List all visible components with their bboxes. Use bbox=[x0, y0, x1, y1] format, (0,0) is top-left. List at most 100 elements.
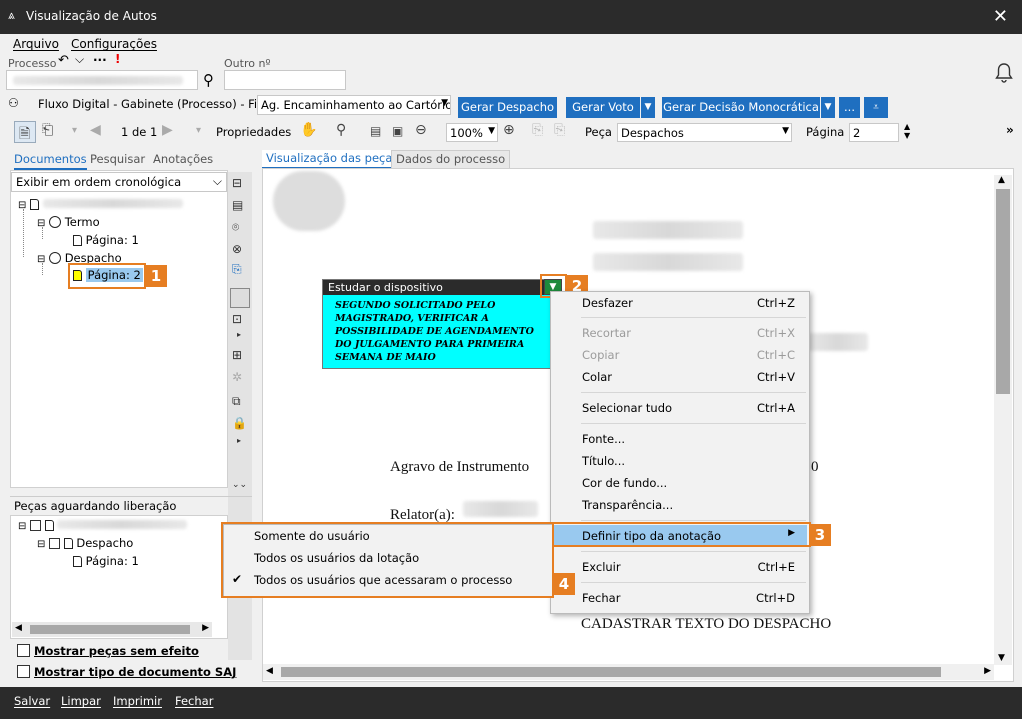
checkbox[interactable] bbox=[17, 644, 30, 657]
zoom-select[interactable]: 100% ▼ bbox=[446, 123, 498, 142]
menu-copiar[interactable]: Copiar bbox=[582, 348, 619, 362]
gerar-voto-button[interactable]: Gerar Voto bbox=[566, 97, 640, 118]
gerar-voto-dropdown[interactable]: ▼ bbox=[641, 97, 655, 118]
fechar-button[interactable]: Fechar bbox=[175, 694, 213, 708]
termo-page-label: Página: 1 bbox=[85, 233, 139, 247]
lock-icon[interactable]: 🔒 bbox=[232, 416, 247, 430]
expand-toolbar-button[interactable]: ⩡ bbox=[864, 97, 888, 118]
tool-collapse-icon[interactable]: ⌄⌄ bbox=[232, 480, 247, 490]
annotation-note[interactable]: Estudar o dispositivo SEGUNDO SOLICITADO… bbox=[322, 279, 552, 369]
tool-list-icon[interactable]: ⊟ bbox=[232, 176, 242, 190]
note-text[interactable]: SEGUNDO SOLICITADO PELO MAGISTRADO, VERI… bbox=[335, 299, 549, 364]
menu-selecionar-tudo[interactable]: Selecionar tudo bbox=[582, 401, 672, 415]
first-page-icon[interactable]: ▾ bbox=[72, 125, 77, 136]
menu-fechar[interactable]: Fechar bbox=[582, 591, 620, 605]
scroll-up-icon[interactable]: ▲ bbox=[998, 175, 1005, 185]
outro-numero-input[interactable] bbox=[224, 70, 346, 90]
gerar-decisao-dropdown[interactable]: ▼ bbox=[821, 97, 835, 118]
more-actions-button[interactable]: ... bbox=[839, 97, 860, 118]
fit-page-icon[interactable]: ▣ bbox=[392, 124, 403, 138]
pagina-input[interactable]: 2 bbox=[849, 123, 899, 142]
tool-add-note-icon[interactable]: ⊞ bbox=[232, 348, 242, 362]
checkbox[interactable] bbox=[17, 665, 30, 678]
bell-icon[interactable] bbox=[994, 62, 1014, 84]
menu-desfazer[interactable]: Desfazer bbox=[582, 296, 633, 310]
zoom-search-icon[interactable]: ⚲ bbox=[336, 122, 346, 138]
tab-pesquisar[interactable]: Pesquisar bbox=[90, 152, 145, 166]
limpar-button[interactable]: Limpar bbox=[61, 694, 101, 708]
scroll-left-icon[interactable]: ◀ bbox=[266, 666, 273, 676]
pan-hand-icon[interactable]: ✋ bbox=[300, 122, 317, 138]
menu-recortar[interactable]: Recortar bbox=[582, 326, 631, 340]
processo-input[interactable] bbox=[6, 70, 198, 90]
scroll-down-icon[interactable]: ▼ bbox=[998, 653, 1005, 663]
menu-configuracoes[interactable]: Configurações bbox=[71, 37, 157, 51]
app-logo-icon: ⩓ bbox=[8, 8, 15, 22]
tipo-doc-label: Mostrar tipo de documento SAJ bbox=[34, 665, 237, 679]
menu-excluir[interactable]: Excluir bbox=[582, 560, 621, 574]
tool-note-list-icon[interactable]: ⊡ bbox=[232, 312, 242, 326]
tab-visualizacao[interactable]: Visualização das peças bbox=[262, 150, 403, 169]
gerar-despacho-button[interactable]: Gerar Despacho bbox=[458, 97, 557, 118]
viewer-vscroll[interactable]: ▲ ▼ bbox=[994, 175, 1012, 665]
imprimir-button[interactable]: Imprimir bbox=[113, 694, 162, 708]
close-icon[interactable]: ✕ bbox=[993, 6, 1008, 27]
window-title: Visualização de Autos bbox=[26, 9, 157, 23]
last-page-icon[interactable]: ▾ bbox=[196, 125, 201, 136]
tool-remove-seal-icon[interactable]: ⊗ bbox=[232, 242, 242, 256]
menu-fonte[interactable]: Fonte... bbox=[582, 432, 625, 446]
menu-transparencia[interactable]: Transparência... bbox=[582, 498, 673, 512]
tab-documentos[interactable]: Documentos bbox=[14, 152, 87, 170]
rotate-right-icon[interactable]: ⎘ bbox=[554, 122, 565, 138]
processo-label: Processo bbox=[8, 57, 57, 70]
tree-item-termo-page[interactable]: Página: 1 bbox=[73, 233, 139, 247]
tab-dados-processo[interactable]: Dados do processo bbox=[391, 150, 511, 169]
doc-number-tail: 0 bbox=[811, 459, 819, 475]
tool-expand-icon[interactable]: ▸ bbox=[237, 330, 241, 339]
fila-select[interactable]: Ag. Encaminhamento ao Cartório ▼ bbox=[257, 95, 451, 115]
tool-highlight-icon[interactable]: ⧉ bbox=[232, 394, 241, 409]
menu-colar[interactable]: Colar bbox=[582, 370, 612, 384]
tool-note-icon[interactable] bbox=[230, 288, 250, 308]
menu-cor-fundo[interactable]: Cor de fundo... bbox=[582, 476, 667, 490]
page-icon bbox=[73, 556, 82, 567]
tool-more-icon[interactable]: ▸ bbox=[237, 436, 241, 445]
overflow-icon[interactable]: » bbox=[1006, 123, 1014, 137]
menu-arquivo[interactable]: Arquivo bbox=[13, 37, 59, 51]
back-icon[interactable]: ↶ bbox=[58, 53, 69, 68]
mostrar-tipo-doc[interactable]: Mostrar tipo de documento SAJ bbox=[17, 665, 236, 679]
zoom-in-icon[interactable]: ⊕ bbox=[503, 122, 515, 138]
menu-titulo[interactable]: Título... bbox=[582, 454, 625, 468]
fit-width-icon[interactable]: ▤ bbox=[370, 124, 381, 138]
pending-item-page[interactable]: Página: 1 bbox=[73, 554, 139, 568]
prev-page-icon[interactable]: ◀ bbox=[90, 122, 101, 138]
next-page-icon[interactable]: ▶ bbox=[162, 122, 173, 138]
mostrar-sem-efeito[interactable]: Mostrar peças sem efeito bbox=[17, 644, 199, 658]
peca-select[interactable]: Despachos ▼ bbox=[617, 123, 792, 142]
salvar-button[interactable]: Salvar bbox=[14, 694, 50, 708]
checkbox[interactable] bbox=[49, 538, 61, 549]
scroll-right-icon[interactable]: ▶ bbox=[984, 666, 991, 676]
checkbox[interactable] bbox=[30, 520, 42, 531]
pending-root[interactable]: ⊟ bbox=[18, 518, 188, 532]
tree-item-termo[interactable]: ⊟ Termo bbox=[37, 215, 100, 229]
tool-seal-icon[interactable]: ⌾ bbox=[232, 220, 239, 235]
chevron-down-icon: ⌵ bbox=[212, 174, 222, 188]
propriedades-button[interactable]: Propriedades bbox=[216, 125, 291, 139]
gerar-decisao-button[interactable]: Gerar Decisão Monocrática bbox=[662, 97, 820, 118]
more-icon[interactable]: ··· bbox=[93, 53, 107, 67]
viewer-hscroll[interactable]: ◀ ▶ bbox=[263, 664, 994, 680]
pagina-spinner-icon[interactable]: ▲ ▼ bbox=[904, 122, 910, 140]
tool-stack-icon[interactable]: ▤ bbox=[232, 198, 243, 212]
pending-hscroll[interactable]: ◀ ▶ bbox=[12, 622, 212, 637]
rotate-left-icon[interactable]: ⎘ bbox=[532, 122, 543, 138]
tool-link-icon[interactable]: ⎘ bbox=[232, 262, 242, 277]
pending-item-despacho[interactable]: ⊟ Despacho bbox=[37, 536, 133, 550]
order-select[interactable]: Exibir em ordem cronológica ⌵ bbox=[11, 172, 227, 192]
select-icon[interactable]: ⎗ bbox=[42, 122, 53, 138]
zoom-out-icon[interactable]: ⊖ bbox=[415, 122, 427, 138]
search-icon[interactable]: ⚲ bbox=[203, 71, 214, 89]
history-chevron-icon[interactable]: ⌵ bbox=[75, 52, 84, 67]
tab-anotacoes[interactable]: Anotações bbox=[153, 152, 213, 166]
tree-root[interactable]: ⊟ bbox=[18, 197, 183, 211]
